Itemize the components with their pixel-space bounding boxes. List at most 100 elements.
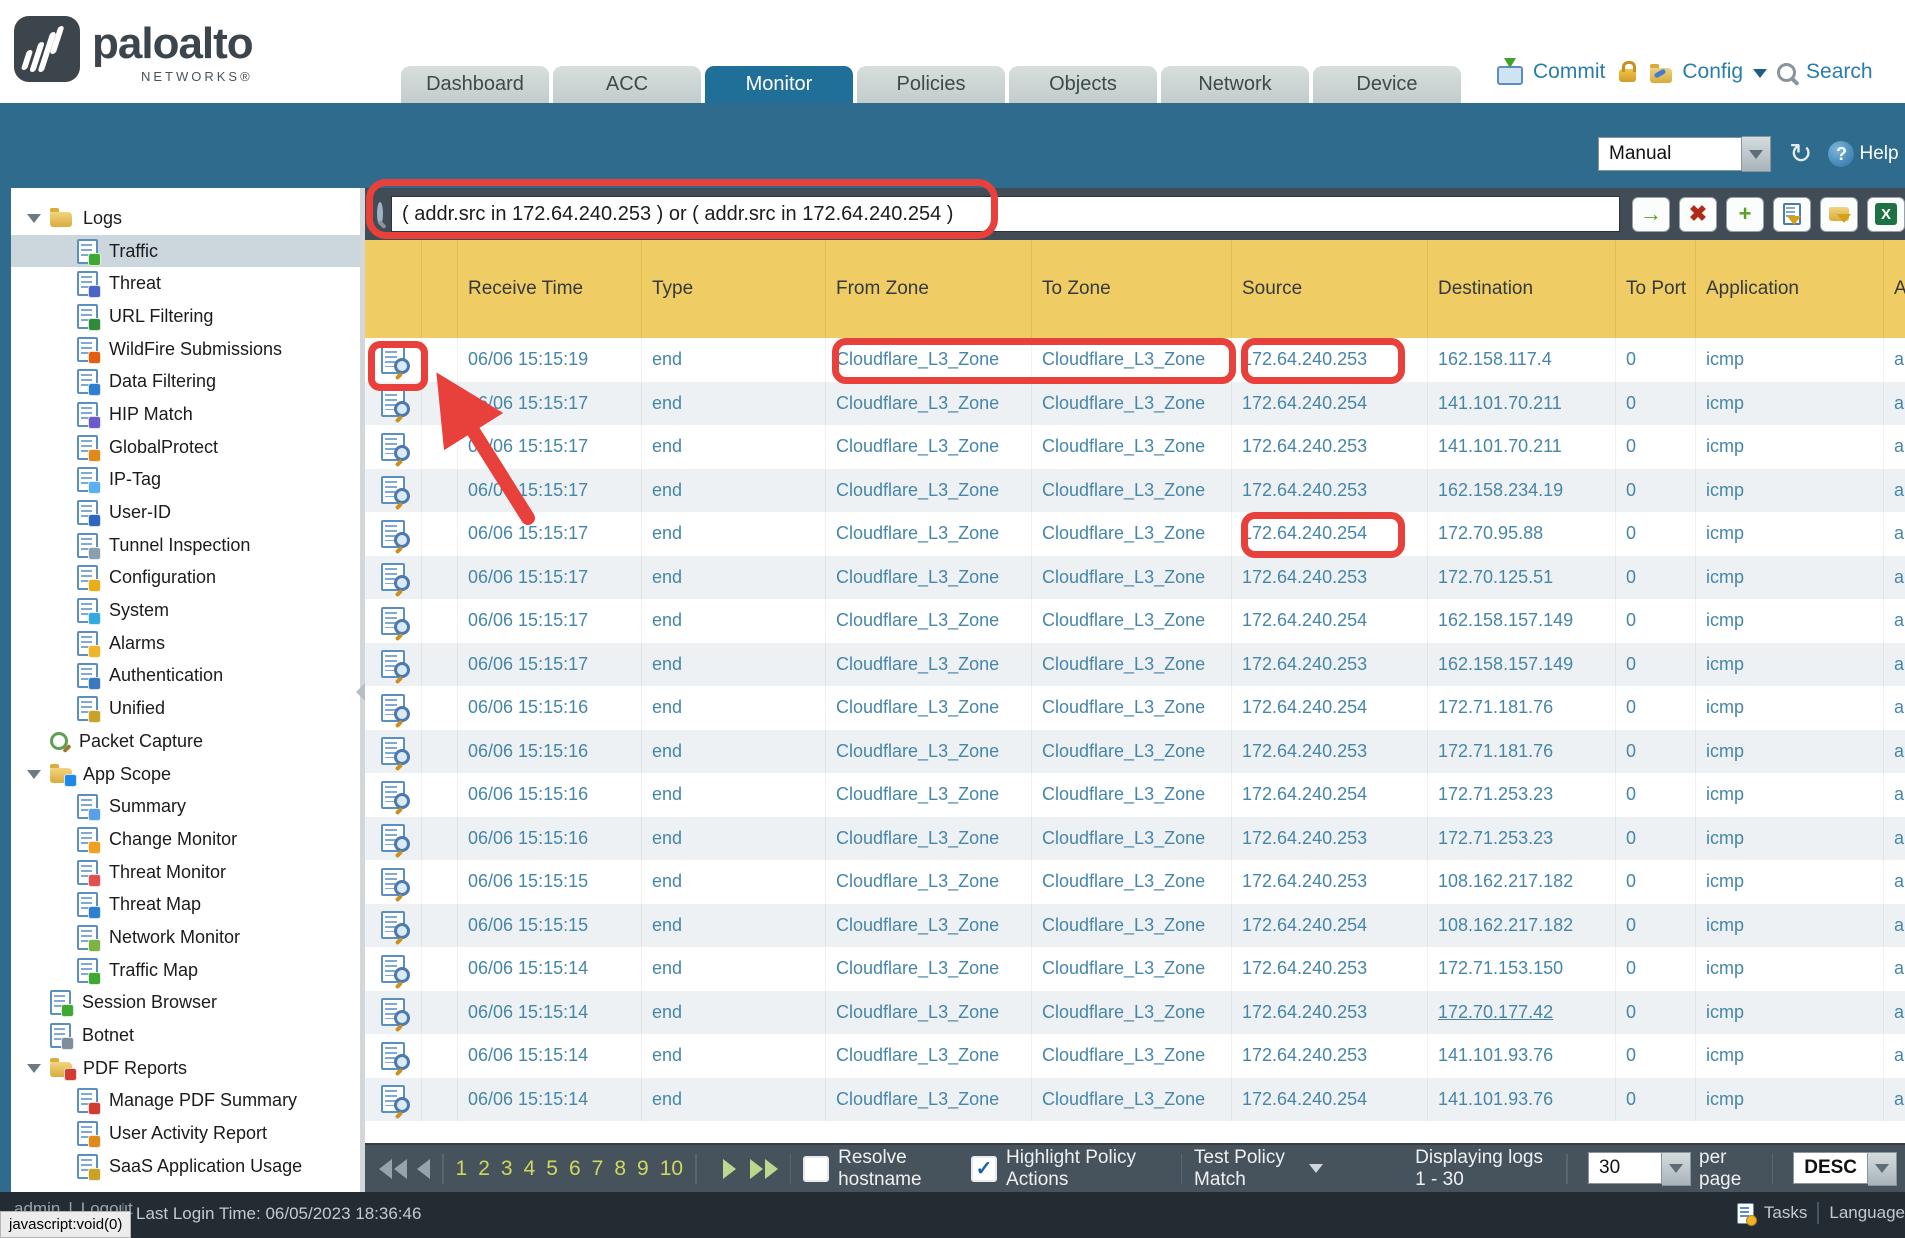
page-number-10[interactable]: 10 bbox=[660, 1157, 683, 1181]
page-number-8[interactable]: 8 bbox=[614, 1157, 626, 1181]
page-number-4[interactable]: 4 bbox=[524, 1157, 536, 1181]
cell-destination[interactable]: 172.70.177.42 bbox=[1428, 991, 1616, 1035]
highlight-policy-actions-checkbox[interactable]: ✓ bbox=[971, 1156, 997, 1182]
next-page-button[interactable] bbox=[723, 1159, 736, 1179]
log-row[interactable]: 06/06 15:15:17endCloudflare_L3_ZoneCloud… bbox=[365, 599, 1905, 643]
page-number-9[interactable]: 9 bbox=[637, 1157, 649, 1181]
page-number-3[interactable]: 3 bbox=[501, 1157, 513, 1181]
column-header-type[interactable]: Type bbox=[642, 240, 826, 338]
sidebar-item-app-scope[interactable]: App Scope bbox=[11, 758, 360, 791]
load-filter-icon[interactable] bbox=[1820, 197, 1858, 232]
page-number-6[interactable]: 6 bbox=[569, 1157, 581, 1181]
per-page-select-arrow[interactable] bbox=[1662, 1152, 1691, 1186]
log-detail-magnifier-icon[interactable] bbox=[381, 955, 405, 983]
sidebar-collapse-handle[interactable] bbox=[356, 683, 365, 701]
refresh-mode-select-arrow[interactable] bbox=[1742, 136, 1771, 172]
sidebar-item-botnet[interactable]: Botnet bbox=[11, 1019, 360, 1052]
commit-button[interactable]: Commit bbox=[1533, 60, 1605, 84]
log-detail-magnifier-icon[interactable] bbox=[381, 998, 405, 1026]
expand-triangle-icon[interactable] bbox=[27, 770, 41, 779]
sort-order-select[interactable]: DESC bbox=[1793, 1152, 1868, 1184]
sidebar-item-alarms[interactable]: Alarms bbox=[11, 627, 360, 660]
log-detail-magnifier-icon[interactable] bbox=[381, 607, 405, 635]
prev-page-button[interactable] bbox=[417, 1159, 430, 1179]
export-csv-icon[interactable]: X bbox=[1867, 197, 1905, 232]
log-row[interactable]: 06/06 15:15:17endCloudflare_L3_ZoneCloud… bbox=[365, 643, 1905, 687]
log-detail-magnifier-icon[interactable] bbox=[381, 737, 405, 765]
sort-order-select-arrow[interactable] bbox=[1868, 1152, 1897, 1186]
per-page-select[interactable]: 30 bbox=[1588, 1152, 1662, 1184]
last-page-button[interactable] bbox=[750, 1159, 778, 1179]
log-row[interactable]: 06/06 15:15:17endCloudflare_L3_ZoneCloud… bbox=[365, 469, 1905, 513]
log-detail-magnifier-icon[interactable] bbox=[381, 868, 405, 896]
log-detail-magnifier-icon[interactable] bbox=[381, 1085, 405, 1113]
sidebar-item-pdf-reports[interactable]: PDF Reports bbox=[11, 1052, 360, 1085]
clear-filter-button[interactable]: ✖ bbox=[1679, 197, 1717, 232]
sidebar-item-ip-tag[interactable]: IP-Tag bbox=[11, 464, 360, 497]
help-label[interactable]: Help bbox=[1859, 143, 1898, 165]
log-row[interactable]: 06/06 15:15:16endCloudflare_L3_ZoneCloud… bbox=[365, 686, 1905, 730]
log-detail-magnifier-icon[interactable] bbox=[381, 389, 405, 417]
log-row[interactable]: 06/06 15:15:15endCloudflare_L3_ZoneCloud… bbox=[365, 860, 1905, 904]
sidebar-item-tunnel-inspection[interactable]: Tunnel Inspection bbox=[11, 529, 360, 562]
chevron-down-icon[interactable] bbox=[1753, 69, 1767, 78]
add-filter-button[interactable]: + bbox=[1726, 197, 1764, 232]
log-detail-magnifier-icon[interactable] bbox=[381, 781, 405, 809]
expand-triangle-icon[interactable] bbox=[27, 214, 41, 223]
log-detail-magnifier-icon[interactable] bbox=[381, 563, 405, 591]
sidebar-item-threat-monitor[interactable]: Threat Monitor bbox=[11, 856, 360, 889]
page-number-5[interactable]: 5 bbox=[546, 1157, 558, 1181]
sidebar-item-traffic-map[interactable]: Traffic Map bbox=[11, 954, 360, 987]
log-row[interactable]: 06/06 15:15:16endCloudflare_L3_ZoneCloud… bbox=[365, 817, 1905, 861]
first-page-button[interactable] bbox=[379, 1159, 407, 1179]
log-detail-magnifier-icon[interactable] bbox=[381, 346, 405, 374]
column-header-ac[interactable]: Ac bbox=[1884, 240, 1905, 338]
log-row[interactable]: 06/06 15:15:19endCloudflare_L3_ZoneCloud… bbox=[365, 338, 1905, 382]
tab-network[interactable]: Network bbox=[1161, 66, 1309, 103]
tab-policies[interactable]: Policies bbox=[857, 66, 1005, 103]
log-detail-magnifier-icon[interactable] bbox=[381, 476, 405, 504]
log-row[interactable]: 06/06 15:15:14endCloudflare_L3_ZoneCloud… bbox=[365, 1034, 1905, 1078]
log-detail-magnifier-icon[interactable] bbox=[381, 694, 405, 722]
page-number-2[interactable]: 2 bbox=[478, 1157, 490, 1181]
log-row[interactable]: 06/06 15:15:15endCloudflare_L3_ZoneCloud… bbox=[365, 904, 1905, 948]
log-detail-magnifier-icon[interactable] bbox=[381, 650, 405, 678]
log-row[interactable]: 06/06 15:15:14endCloudflare_L3_ZoneCloud… bbox=[365, 991, 1905, 1035]
search-button[interactable]: Search bbox=[1806, 60, 1873, 84]
page-number-7[interactable]: 7 bbox=[592, 1157, 604, 1181]
refresh-icon[interactable]: ↻ bbox=[1789, 139, 1812, 169]
sidebar-item-hip-match[interactable]: HIP Match bbox=[11, 398, 360, 431]
log-detail-magnifier-icon[interactable] bbox=[381, 1042, 405, 1070]
log-detail-magnifier-icon[interactable] bbox=[381, 433, 405, 461]
apply-filter-button[interactable]: → bbox=[1632, 197, 1670, 232]
column-header-to-zone[interactable]: To Zone bbox=[1032, 240, 1232, 338]
resolve-hostname-checkbox[interactable] bbox=[803, 1156, 829, 1182]
sidebar-item-packet-capture[interactable]: Packet Capture bbox=[11, 725, 360, 758]
tab-dashboard[interactable]: Dashboard bbox=[401, 66, 549, 103]
log-row[interactable]: 06/06 15:15:14endCloudflare_L3_ZoneCloud… bbox=[365, 947, 1905, 991]
log-row[interactable]: 06/06 15:15:17endCloudflare_L3_ZoneCloud… bbox=[365, 512, 1905, 556]
column-header-from-zone[interactable]: From Zone bbox=[826, 240, 1032, 338]
log-row[interactable]: 06/06 15:15:16endCloudflare_L3_ZoneCloud… bbox=[365, 773, 1905, 817]
tab-acc[interactable]: ACC bbox=[553, 66, 701, 103]
sidebar-item-globalprotect[interactable]: GlobalProtect bbox=[11, 431, 360, 464]
sidebar-item-system[interactable]: System bbox=[11, 594, 360, 627]
language-button[interactable]: Language bbox=[1829, 1203, 1905, 1223]
column-header-receive-time[interactable]: Receive Time bbox=[458, 240, 642, 338]
sidebar-item-wildfire-submissions[interactable]: WildFire Submissions bbox=[11, 333, 360, 366]
sidebar-item-data-filtering[interactable]: Data Filtering bbox=[11, 365, 360, 398]
sidebar-item-logs[interactable]: Logs bbox=[11, 202, 360, 235]
log-detail-magnifier-icon[interactable] bbox=[381, 824, 405, 852]
sidebar-item-threat-map[interactable]: Threat Map bbox=[11, 888, 360, 921]
log-detail-magnifier-icon[interactable] bbox=[381, 911, 405, 939]
lock-icon[interactable] bbox=[1619, 69, 1636, 82]
sidebar-item-network-monitor[interactable]: Network Monitor bbox=[11, 921, 360, 954]
log-row[interactable]: 06/06 15:15:17endCloudflare_L3_ZoneCloud… bbox=[365, 425, 1905, 469]
log-row[interactable]: 06/06 15:15:17endCloudflare_L3_ZoneCloud… bbox=[365, 556, 1905, 600]
page-number-1[interactable]: 1 bbox=[456, 1157, 468, 1181]
log-filter-input[interactable] bbox=[391, 196, 1620, 232]
log-row[interactable]: 06/06 15:15:14endCloudflare_L3_ZoneCloud… bbox=[365, 1078, 1905, 1122]
refresh-mode-select[interactable]: Manual bbox=[1598, 137, 1742, 171]
sidebar-item-unified[interactable]: Unified bbox=[11, 692, 360, 725]
tab-objects[interactable]: Objects bbox=[1009, 66, 1157, 103]
